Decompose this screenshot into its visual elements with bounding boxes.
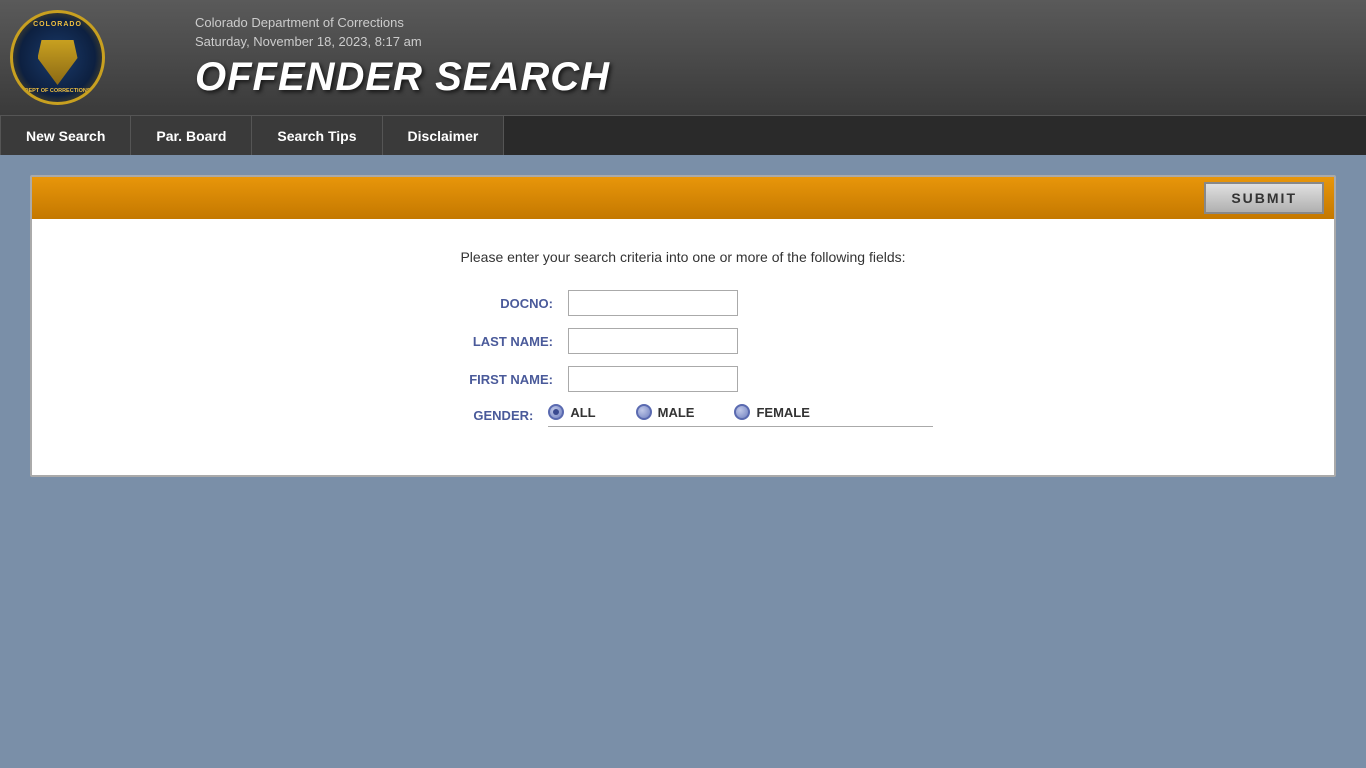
logo-colorado-text: COLORADO (33, 21, 82, 28)
gender-male-label: MALE (658, 405, 695, 420)
header-text: Colorado Department of Corrections Satur… (195, 15, 1356, 100)
gender-female-option[interactable]: FEMALE (734, 404, 809, 420)
submit-button[interactable]: SUBMIT (1204, 182, 1324, 214)
last-name-label: LAST NAME: (433, 334, 553, 349)
logo-shield (38, 40, 78, 85)
search-instructions: Please enter your search criteria into o… (52, 249, 1314, 265)
gender-all-label: ALL (570, 405, 595, 420)
nav-item-new-search[interactable]: New Search (0, 116, 131, 155)
gender-label: GENDER: (433, 408, 533, 423)
nav-item-par-board[interactable]: Par. Board (131, 116, 252, 155)
dept-name: Colorado Department of Corrections (195, 15, 1356, 30)
docno-input[interactable] (568, 290, 738, 316)
gender-all-radio[interactable] (548, 404, 564, 420)
page-header: COLORADO DEPT OF CORRECTIONS Colorado De… (0, 0, 1366, 115)
gender-female-label: FEMALE (756, 405, 809, 420)
logo-dept-text: DEPT OF CORRECTIONS (24, 88, 90, 94)
docno-row: DOCNO: (433, 290, 933, 316)
gender-row: GENDER: ALL MALE FEMALE (433, 404, 933, 427)
last-name-row: LAST NAME: (433, 328, 933, 354)
first-name-label: FIRST NAME: (433, 372, 553, 387)
last-name-input[interactable] (568, 328, 738, 354)
navbar: New SearchPar. BoardSearch TipsDisclaime… (0, 115, 1366, 155)
search-header: SUBMIT (32, 177, 1334, 219)
first-name-input[interactable] (568, 366, 738, 392)
colorado-seal: COLORADO DEPT OF CORRECTIONS (10, 10, 105, 105)
main-content: SUBMIT Please enter your search criteria… (0, 155, 1366, 497)
gender-male-radio[interactable] (636, 404, 652, 420)
docno-label: DOCNO: (433, 296, 553, 311)
gender-female-radio[interactable] (734, 404, 750, 420)
form-area: DOCNO: LAST NAME: FIRST NAME: GENDER: (52, 290, 1314, 435)
gender-male-option[interactable]: MALE (636, 404, 695, 420)
page-title: OFFENDER SEARCH (195, 55, 1356, 100)
datetime: Saturday, November 18, 2023, 8:17 am (195, 34, 1356, 49)
search-body: Please enter your search criteria into o… (32, 219, 1334, 475)
gender-options: ALL MALE FEMALE (548, 404, 933, 427)
nav-item-disclaimer[interactable]: Disclaimer (383, 116, 505, 155)
search-box: SUBMIT Please enter your search criteria… (30, 175, 1336, 477)
gender-all-option[interactable]: ALL (548, 404, 595, 420)
nav-item-search-tips[interactable]: Search Tips (252, 116, 382, 155)
first-name-row: FIRST NAME: (433, 366, 933, 392)
logo-area: COLORADO DEPT OF CORRECTIONS (10, 10, 180, 105)
